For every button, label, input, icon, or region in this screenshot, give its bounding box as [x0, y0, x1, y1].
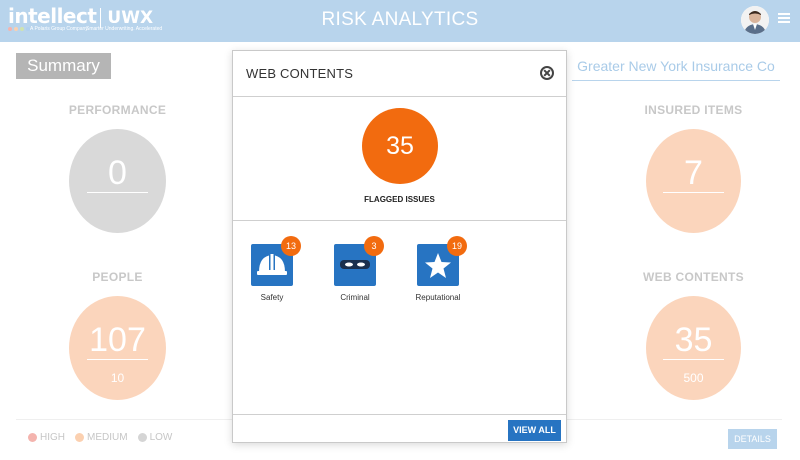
- performance-title: PERFORMANCE: [68, 103, 167, 117]
- reputational-badge: 19: [447, 236, 467, 256]
- flagged-count[interactable]: 35: [362, 108, 438, 184]
- legend-low-label: LOW: [149, 432, 173, 443]
- insured-items-value: 7: [684, 154, 703, 192]
- modal-footer: VIEW ALL: [233, 414, 566, 444]
- details-button[interactable]: DETAILS: [728, 429, 777, 449]
- people-title: PEOPLE: [92, 270, 143, 284]
- risk-legend: HIGH MEDIUM LOW: [28, 432, 172, 443]
- legend-high-label: HIGH: [40, 432, 65, 443]
- web-contents-sub: 500: [683, 371, 704, 385]
- view-all-button[interactable]: VIEW ALL: [508, 420, 561, 441]
- legend-medium-label: MEDIUM: [87, 432, 128, 443]
- safety-label: Safety: [260, 293, 284, 302]
- safety-badge: 13: [281, 236, 301, 256]
- criminal-badge: 3: [364, 236, 384, 256]
- modal-header: WEB CONTENTS: [233, 51, 566, 97]
- insured-items-circle[interactable]: 7: [646, 129, 741, 233]
- people-circle[interactable]: 107 10: [69, 296, 166, 400]
- web-contents-line: [663, 359, 724, 360]
- insured-items-title: INSURED ITEMS: [644, 103, 743, 117]
- people-sub: 10: [110, 371, 125, 385]
- modal-title: WEB CONTENTS: [246, 66, 354, 81]
- flagged-issues-section: 35 FLAGGED ISSUES: [233, 97, 566, 221]
- page-title: RISK ANALYTICS: [321, 9, 479, 30]
- people-value: 107: [89, 321, 146, 359]
- hamburger-menu-icon[interactable]: [778, 13, 790, 23]
- performance-value: 0: [108, 154, 127, 192]
- web-contents-modal: WEB CONTENTS 35 FLAGGED ISSUES 13 Safety: [232, 50, 567, 443]
- people-line: [87, 359, 148, 360]
- legend-high-dot: [28, 433, 37, 442]
- reputational-label: Reputational: [415, 293, 461, 302]
- flagged-label: FLAGGED ISSUES: [364, 195, 435, 204]
- legend-medium: MEDIUM: [75, 432, 128, 443]
- close-icon[interactable]: [540, 66, 554, 80]
- legend-low-dot: [137, 433, 147, 442]
- legend-low: LOW: [137, 432, 173, 443]
- web-contents-title: WEB CONTENTS: [643, 270, 744, 284]
- summary-button[interactable]: Summary: [16, 53, 111, 79]
- insured-items-line: [663, 192, 724, 193]
- web-contents-value: 35: [674, 321, 713, 359]
- criminal-label: Criminal: [340, 293, 370, 302]
- company-name: Greater New York Insurance Co: [572, 51, 780, 81]
- avatar[interactable]: [741, 6, 769, 34]
- legend-medium-dot: [75, 433, 84, 442]
- web-contents-circle[interactable]: 35 500: [646, 296, 741, 400]
- app-header: intellect UWX A Polaris Group Company Sma…: [0, 0, 800, 42]
- performance-circle[interactable]: 0: [69, 129, 166, 233]
- performance-line: [87, 192, 148, 193]
- legend-high: HIGH: [28, 432, 65, 443]
